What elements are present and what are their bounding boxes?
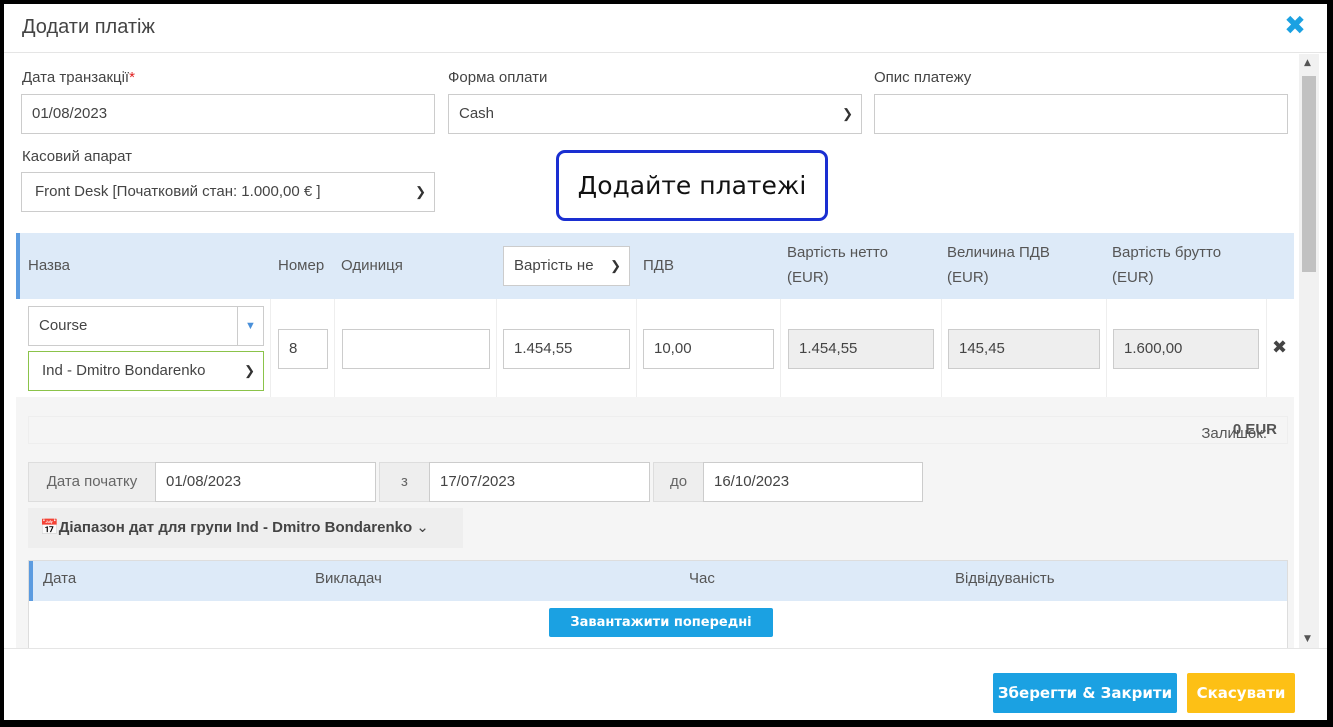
- gross-value-field: 1.600,00: [1113, 329, 1259, 369]
- close-icon[interactable]: ✖: [1281, 12, 1309, 40]
- caret-down-icon: ▼: [237, 307, 263, 345]
- description-input[interactable]: [874, 94, 1288, 134]
- lessons-table: Дата Викладач Час Відвідуваність Заванта…: [28, 560, 1288, 648]
- divider: [941, 299, 942, 397]
- date-range-toggle-button[interactable]: 📅Діапазон дат для групи Ind - Dmitro Bon…: [28, 508, 463, 548]
- save-and-close-button[interactable]: Зберегти & Закрити: [993, 673, 1177, 713]
- transaction-date-input[interactable]: 01/08/2023: [21, 94, 435, 134]
- to-label: до: [653, 462, 704, 502]
- dialog-title: Додати платіж: [22, 16, 155, 38]
- payment-method-select[interactable]: Cash ❯: [448, 94, 862, 134]
- scroll-thumb[interactable]: [1302, 76, 1316, 272]
- divider: [334, 299, 335, 397]
- divider: [780, 299, 781, 397]
- chevron-down-icon: ❯: [607, 247, 621, 285]
- col-net-unit: (EUR): [787, 269, 829, 286]
- scrollbar[interactable]: ▲ ▼: [1299, 54, 1319, 648]
- divider: [1106, 299, 1107, 397]
- vat-amount-field: 145,45: [948, 329, 1100, 369]
- col-gross-unit: (EUR): [1112, 269, 1154, 286]
- description-label: Опис платежу: [874, 69, 972, 86]
- col-number: Номер: [278, 257, 325, 274]
- product-value: Course: [39, 317, 88, 334]
- items-table-header: Назва Номер Одиниця Вартість не ❯ ПДВ Ва…: [16, 233, 1294, 299]
- net-value-field: 1.454,55: [788, 329, 934, 369]
- balance-label: Залишок:: [1201, 425, 1267, 442]
- callout-annotation: Додайте платежі: [556, 150, 828, 221]
- col-net-title: Вартість нетто: [787, 244, 888, 261]
- col-vat-amount: Величина ПДВ (EUR): [947, 240, 1050, 290]
- unit-input[interactable]: [342, 329, 490, 369]
- divider: [636, 299, 637, 397]
- cost-type-select[interactable]: Вартість не ❯: [503, 246, 630, 286]
- col-net: Вартість нетто (EUR): [787, 240, 888, 290]
- table-row: Course ▼ Ind - Dmitro Bondarenko ❯ 8 1.4…: [16, 299, 1294, 397]
- dialog-header: Додати платіж ✖: [4, 4, 1327, 53]
- product-combobox[interactable]: Course ▼: [28, 306, 264, 346]
- divider: [270, 299, 271, 397]
- col-gross: Вартість брутто (EUR): [1112, 240, 1221, 290]
- cash-register-label: Касовий апарат: [22, 148, 133, 165]
- col-vat-amount-title: Величина ПДВ: [947, 244, 1050, 261]
- col-name: Назва: [28, 257, 71, 274]
- number-input[interactable]: 8: [278, 329, 328, 369]
- cost-type-value: Вартість не: [514, 257, 594, 274]
- divider: [1266, 299, 1267, 397]
- col-vat: ПДВ: [643, 257, 674, 274]
- scroll-down-icon[interactable]: ▼: [1304, 634, 1311, 644]
- vat-input[interactable]: 10,00: [643, 329, 774, 369]
- group-value: Ind - Dmitro Bondarenko: [42, 362, 206, 379]
- chevron-down-icon: ❯: [244, 363, 255, 378]
- cash-register-value: Front Desk [Початковий стан: 1.000,00 € …: [35, 183, 321, 200]
- divider: [496, 299, 497, 397]
- remove-row-icon[interactable]: ✖: [1272, 337, 1287, 358]
- chevron-down-icon: ⌄: [416, 519, 429, 536]
- dialog-body: Дата транзакції* 01/08/2023 Форма оплати…: [4, 54, 1299, 648]
- from-date-input[interactable]: 17/07/2023: [429, 462, 650, 502]
- cancel-button[interactable]: Скасувати: [1187, 673, 1295, 713]
- cost-input[interactable]: 1.454,55: [503, 329, 630, 369]
- start-date-input[interactable]: 01/08/2023: [155, 462, 376, 502]
- scroll-up-icon[interactable]: ▲: [1304, 58, 1311, 68]
- col-date: Дата: [43, 570, 77, 587]
- date-range-label: Діапазон дат для групи Ind - Dmitro Bond…: [58, 519, 413, 536]
- start-date-label: Дата початку: [28, 462, 156, 502]
- items-section: Назва Номер Одиниця Вартість не ❯ ПДВ Ва…: [16, 233, 1294, 648]
- load-previous-lessons-button[interactable]: Завантажити попередні уроки: [549, 608, 773, 648]
- chevron-down-icon: ❯: [415, 184, 426, 199]
- col-time: Час: [689, 570, 715, 587]
- payment-method-label: Форма оплати: [448, 69, 548, 86]
- chevron-down-icon: ❯: [842, 106, 853, 121]
- dialog-footer: Зберегти & Закрити Скасувати: [4, 648, 1327, 720]
- group-select[interactable]: Ind - Dmitro Bondarenko ❯: [28, 351, 264, 391]
- payment-method-value: Cash: [459, 105, 495, 122]
- transaction-date-label: Дата транзакції*: [22, 69, 135, 86]
- col-vat-amount-unit: (EUR): [947, 269, 989, 286]
- col-teacher: Викладач: [315, 570, 382, 587]
- balance-bar: Залишок: 0 EUR: [28, 416, 1288, 444]
- col-gross-title: Вартість брутто: [1112, 244, 1222, 261]
- lessons-table-header: Дата Викладач Час Відвідуваність: [29, 561, 1287, 601]
- add-payment-dialog: Додати платіж ✖ Дата транзакції* 01/08/2…: [4, 4, 1327, 720]
- col-attendance: Відвідуваність: [955, 570, 1055, 587]
- from-label: з: [379, 462, 430, 502]
- calendar-icon: 📅: [40, 519, 59, 536]
- cash-register-select[interactable]: Front Desk [Початковий стан: 1.000,00 € …: [21, 172, 435, 212]
- to-date-input[interactable]: 16/10/2023: [703, 462, 923, 502]
- balance-text: Залишок: 0 EUR: [1201, 421, 1277, 442]
- col-unit: Одиниця: [341, 257, 403, 274]
